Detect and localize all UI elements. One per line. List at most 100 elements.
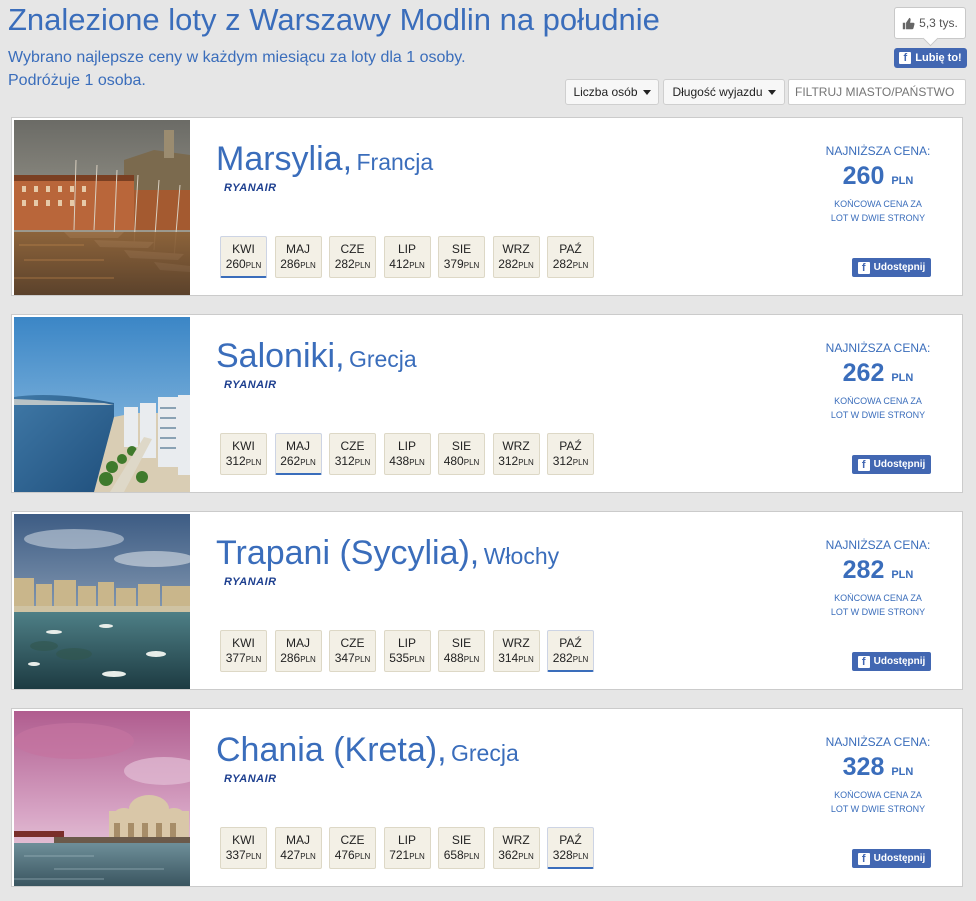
month-price: 282PLN [548,650,593,668]
month-price-cze[interactable]: CZE 476PLN [329,827,376,869]
month-price-value: 362 [498,848,519,862]
destination-city: Trapani (Sycylia), [216,534,480,572]
month-price: 260PLN [221,256,266,274]
month-price-lip[interactable]: LIP 535PLN [383,630,431,672]
month-price-paź[interactable]: PAŹ 312PLN [547,433,594,475]
month-price-kwi[interactable]: KWI 337PLN [220,827,267,869]
month-price-cze[interactable]: CZE 282PLN [329,236,376,278]
destination-photo[interactable] [14,514,190,689]
month-price-kwi[interactable]: KWI 377PLN [220,630,267,672]
month-price-value: 312 [225,454,246,468]
month-price-value: 328 [552,848,573,862]
destination-card[interactable]: Saloniki, Grecja RYANAIR KWI 312PLN MAJ … [11,314,963,493]
month-price-maj[interactable]: MAJ 286PLN [274,630,322,672]
month-price-wrz[interactable]: WRZ 314PLN [492,630,540,672]
month-price-currency: PLN [300,261,316,270]
month-price: 347PLN [330,650,375,668]
month-price-kwi[interactable]: KWI 260PLN [220,236,267,278]
month-price-value: 262 [280,454,301,468]
facebook-icon: f [857,261,870,274]
month-price-currency: PLN [409,458,425,467]
month-price-paź[interactable]: PAŹ 282PLN [547,236,594,278]
month-name: KWI [232,636,255,650]
share-label: Udostępnij [873,656,926,667]
month-price: 262PLN [276,453,321,471]
subtitle-line-1: Wybrano najlepsze ceny w każdym miesiącu… [8,49,466,66]
month-name: SIE [451,636,472,650]
destination-title[interactable]: Saloniki, Grecja [216,337,417,376]
month-price-paź[interactable]: PAŹ 282PLN [547,630,594,672]
month-name: LIP [397,833,416,847]
month-price-value: 480 [443,454,464,468]
destination-title[interactable]: Chania (Kreta), Grecja [216,731,519,770]
month-price-currency: PLN [572,458,589,467]
facebook-share-button[interactable]: f Udostępnij [852,652,931,671]
destination-photo[interactable] [14,120,190,295]
month-price-kwi[interactable]: KWI 312PLN [220,433,267,475]
airline-logo: RYANAIR [224,379,277,391]
month-name: PAŹ [559,833,582,847]
facebook-share-button[interactable]: f Udostępnij [852,258,931,277]
month-price-currency: PLN [245,261,262,270]
facebook-icon: f [857,655,870,668]
month-price-wrz[interactable]: WRZ 312PLN [492,433,540,475]
month-price-currency: PLN [463,655,480,664]
month-price-sie[interactable]: SIE 658PLN [438,827,485,869]
facebook-like-button[interactable]: f Lubię to! [894,48,967,68]
facebook-icon: f [899,52,912,64]
month-price-currency: PLN [518,261,534,270]
trip-length-dropdown[interactable]: Długość wyjazdu [663,79,785,105]
destination-title[interactable]: Marsylia, Francja [216,140,433,179]
month-price-currency: PLN [354,655,371,664]
month-price-value: 658 [443,848,464,862]
month-price-value: 377 [225,651,246,665]
month-price: 427PLN [276,847,321,865]
month-price-sie[interactable]: SIE 480PLN [438,433,485,475]
month-price: 438PLN [385,453,430,471]
destination-country: Grecja [348,346,417,372]
destination-photo[interactable] [14,711,190,886]
lowest-price[interactable]: 328 PLN [818,753,938,786]
lowest-price-label: NAJNIŻSZA CENA: [825,144,931,158]
month-name: PAŹ [559,439,582,453]
month-price-maj[interactable]: MAJ 286PLN [274,236,322,278]
month-name: SIE [451,242,472,256]
month-price-wrz[interactable]: WRZ 362PLN [492,827,540,869]
facebook-share-button[interactable]: f Udostępnij [852,849,931,868]
destination-card[interactable]: Chania (Kreta), Grecja RYANAIR KWI 337PL… [11,708,963,887]
persons-dropdown[interactable]: Liczba osób [565,79,659,105]
price-note-line-2: LOT W DWIE STRONY [830,410,926,420]
destination-card[interactable]: Marsylia, Francja RYANAIR KWI 260PLN MAJ… [11,117,963,296]
month-price-sie[interactable]: SIE 488PLN [438,630,485,672]
lowest-price[interactable]: 282 PLN [818,556,938,589]
month-price-sie[interactable]: SIE 379PLN [438,236,485,278]
destination-title[interactable]: Trapani (Sycylia), Włochy [216,534,559,573]
month-price-wrz[interactable]: WRZ 282PLN [492,236,540,278]
month-price-lip[interactable]: LIP 721PLN [383,827,431,869]
month-name: CZE [340,833,365,847]
month-price-lip[interactable]: LIP 412PLN [383,236,431,278]
share-label: Udostępnij [873,853,926,864]
month-price: 379PLN [439,256,484,274]
month-price: 337PLN [221,847,266,865]
month-price-cze[interactable]: CZE 312PLN [329,433,376,475]
month-price-value: 347 [334,651,355,665]
month-price-maj[interactable]: MAJ 427PLN [274,827,322,869]
month-price-paź[interactable]: PAŹ 328PLN [547,827,594,869]
month-price: 362PLN [494,847,539,865]
month-price-currency: PLN [300,458,316,467]
lowest-price[interactable]: 262 PLN [818,359,938,392]
city-country-filter-input[interactable] [788,79,966,105]
share-label: Udostępnij [873,459,926,470]
month-price-cze[interactable]: CZE 347PLN [329,630,376,672]
destination-card[interactable]: Trapani (Sycylia), Włochy RYANAIR KWI 37… [11,511,963,690]
month-price-lip[interactable]: LIP 438PLN [383,433,431,475]
month-price-maj[interactable]: MAJ 262PLN [274,433,322,475]
lowest-price[interactable]: 260 PLN [818,162,938,195]
month-name: CZE [340,636,365,650]
lowest-price-box: NAJNIŻSZA CENA: 260 PLN KOŃCOWA CENA ZA … [818,144,938,225]
month-price-currency: PLN [409,655,425,664]
month-name: PAŹ [559,242,582,256]
facebook-share-button[interactable]: f Udostępnij [852,455,931,474]
destination-photo[interactable] [14,317,190,492]
